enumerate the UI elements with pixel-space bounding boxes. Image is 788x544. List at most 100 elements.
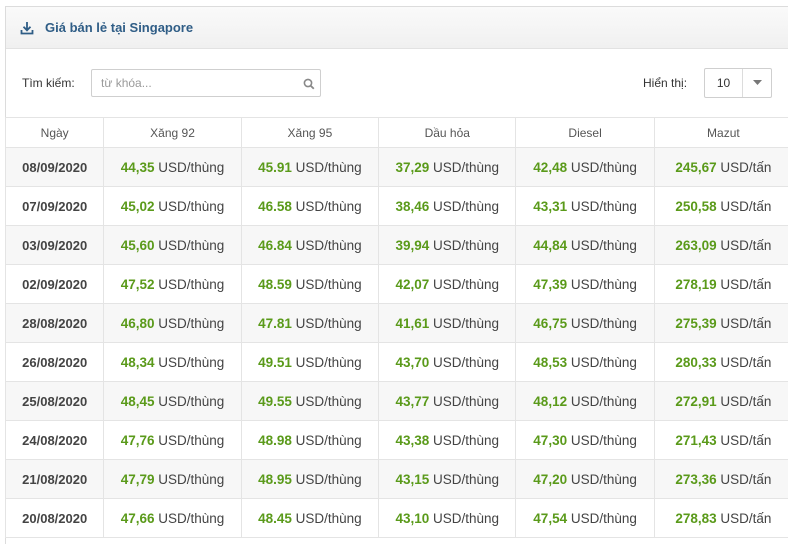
- download-icon[interactable]: [19, 20, 35, 36]
- price-value: 280,33: [675, 354, 717, 370]
- price-value: 47,76: [120, 432, 155, 448]
- price-value: 43,70: [395, 354, 430, 370]
- price-unit: USD/thùng: [291, 276, 362, 292]
- chevron-down-icon[interactable]: [743, 69, 771, 97]
- price-value: 47,39: [533, 276, 568, 292]
- price-cell: 46.58 USD/thùng: [240, 186, 380, 226]
- column-header-ron95[interactable]: Xăng 95: [240, 117, 380, 148]
- price-cell: 273,36 USD/tấn: [653, 459, 788, 499]
- price-unit: USD/tấn: [716, 237, 772, 253]
- price-unit: USD/thùng: [154, 393, 225, 409]
- price-value: 43,10: [395, 510, 430, 526]
- table-row: 28/08/2020 46,80 USD/thùng 47.81 USD/thùng…: [4, 303, 788, 343]
- date-cell: 07/09/2020: [4, 186, 105, 226]
- price-cell: 43,15 USD/thùng: [378, 459, 517, 499]
- price-unit: USD/thùng: [567, 315, 637, 331]
- price-unit: USD/thùng: [154, 276, 225, 292]
- price-unit: USD/tấn: [716, 354, 772, 370]
- price-cell: 42,07 USD/thùng: [378, 264, 517, 304]
- column-header-diesel[interactable]: Diesel: [515, 117, 655, 148]
- column-header-date[interactable]: Ngày: [4, 117, 105, 148]
- price-unit: USD/thùng: [429, 354, 500, 370]
- date-cell: 02/09/2020: [4, 264, 105, 304]
- date-cell: 03/09/2020: [4, 225, 105, 265]
- price-unit: USD/tấn: [716, 471, 772, 487]
- price-value: 43,38: [395, 432, 430, 448]
- price-value: 46,75: [533, 315, 568, 331]
- price-cell: 245,67 USD/tấn: [653, 147, 788, 187]
- price-cell: 48,53 USD/thùng: [515, 342, 655, 382]
- price-cell: 47,79 USD/thùng: [103, 459, 242, 499]
- price-unit: USD/thùng: [291, 237, 362, 253]
- price-unit: USD/tấn: [716, 315, 772, 331]
- price-unit: USD/thùng: [567, 354, 637, 370]
- price-unit: USD/thùng: [429, 276, 500, 292]
- table-row: 25/08/2020 48,45 USD/thùng 49.55 USD/thùng…: [4, 381, 788, 421]
- price-cell: 48.45 USD/thùng: [240, 498, 380, 538]
- price-cell: 42,48 USD/thùng: [515, 147, 655, 187]
- price-cell: 47,66 USD/thùng: [103, 498, 242, 538]
- price-unit: USD/thùng: [154, 159, 225, 175]
- price-value: 48.98: [258, 432, 292, 448]
- price-cell: 49.51 USD/thùng: [240, 342, 380, 382]
- date-cell: 21/08/2020: [4, 459, 105, 499]
- price-unit: USD/thùng: [154, 510, 225, 526]
- table-row: 07/09/2020 45,02 USD/thùng 46.58 USD/thùng…: [4, 186, 788, 226]
- date-cell: 26/08/2020: [4, 342, 105, 382]
- price-unit: USD/tấn: [716, 432, 772, 448]
- price-cell: 43,31 USD/thùng: [515, 186, 655, 226]
- table-row: 03/09/2020 45,60 USD/thùng 46.84 USD/thùng…: [4, 225, 788, 265]
- price-cell: 48,12 USD/thùng: [515, 381, 655, 421]
- price-value: 49.51: [258, 354, 292, 370]
- column-header-mazut[interactable]: Mazut: [653, 117, 788, 148]
- price-cell: 45,02 USD/thùng: [103, 186, 242, 226]
- price-cell: 278,19 USD/tấn: [653, 264, 788, 304]
- price-cell: 43,70 USD/thùng: [378, 342, 517, 382]
- price-panel: Giá bán lẻ tại Singapore Tìm kiếm: Hiển …: [4, 6, 788, 544]
- column-header-kerosene[interactable]: Dầu hỏa: [378, 117, 517, 148]
- price-value: 245,67: [675, 159, 717, 175]
- price-value: 47,20: [533, 471, 568, 487]
- price-cell: 38,46 USD/thùng: [378, 186, 517, 226]
- price-value: 43,77: [395, 393, 430, 409]
- price-unit: USD/thùng: [291, 315, 362, 331]
- table-row: 20/08/2020 47,66 USD/thùng 48.45 USD/thùng…: [4, 498, 788, 538]
- price-value: 48.95: [258, 471, 292, 487]
- price-unit: USD/thùng: [429, 159, 500, 175]
- price-value: 43,15: [395, 471, 430, 487]
- column-header-ron92[interactable]: Xăng 92: [103, 117, 242, 148]
- price-cell: 48.98 USD/thùng: [240, 420, 380, 460]
- panel-header: Giá bán lẻ tại Singapore: [6, 7, 788, 49]
- price-value: 43,31: [533, 198, 568, 214]
- search-icon[interactable]: [303, 77, 315, 90]
- price-unit: USD/tấn: [716, 510, 772, 526]
- price-unit: USD/thùng: [567, 237, 637, 253]
- price-cell: 47,54 USD/thùng: [515, 498, 655, 538]
- price-cell: 272,91 USD/tấn: [653, 381, 788, 421]
- price-value: 271,43: [675, 432, 717, 448]
- price-cell: 44,84 USD/thùng: [515, 225, 655, 265]
- price-cell: 263,09 USD/tấn: [653, 225, 788, 265]
- price-cell: 45.91 USD/thùng: [240, 147, 380, 187]
- price-unit: USD/thùng: [567, 510, 637, 526]
- table-body: 08/09/2020 44,35 USD/thùng 45.91 USD/thùng…: [4, 147, 788, 538]
- date-cell: 28/08/2020: [4, 303, 105, 343]
- price-value: 48,34: [120, 354, 155, 370]
- price-unit: USD/thùng: [429, 510, 500, 526]
- price-value: 45.91: [258, 159, 292, 175]
- price-cell: 47,52 USD/thùng: [103, 264, 242, 304]
- price-unit: USD/thùng: [291, 510, 362, 526]
- price-unit: USD/thùng: [154, 237, 225, 253]
- page-size-select[interactable]: 10: [704, 68, 772, 98]
- price-cell: 278,83 USD/tấn: [653, 498, 788, 538]
- price-cell: 47,30 USD/thùng: [515, 420, 655, 460]
- table-row: 24/08/2020 47,76 USD/thùng 48.98 USD/thùng…: [4, 420, 788, 460]
- price-cell: 43,10 USD/thùng: [378, 498, 517, 538]
- search-input[interactable]: [91, 69, 321, 97]
- price-value: 278,83: [675, 510, 717, 526]
- price-cell: 47,76 USD/thùng: [103, 420, 242, 460]
- price-unit: USD/thùng: [291, 471, 362, 487]
- price-cell: 46.84 USD/thùng: [240, 225, 380, 265]
- price-unit: USD/thùng: [154, 315, 225, 331]
- price-unit: USD/thùng: [429, 393, 500, 409]
